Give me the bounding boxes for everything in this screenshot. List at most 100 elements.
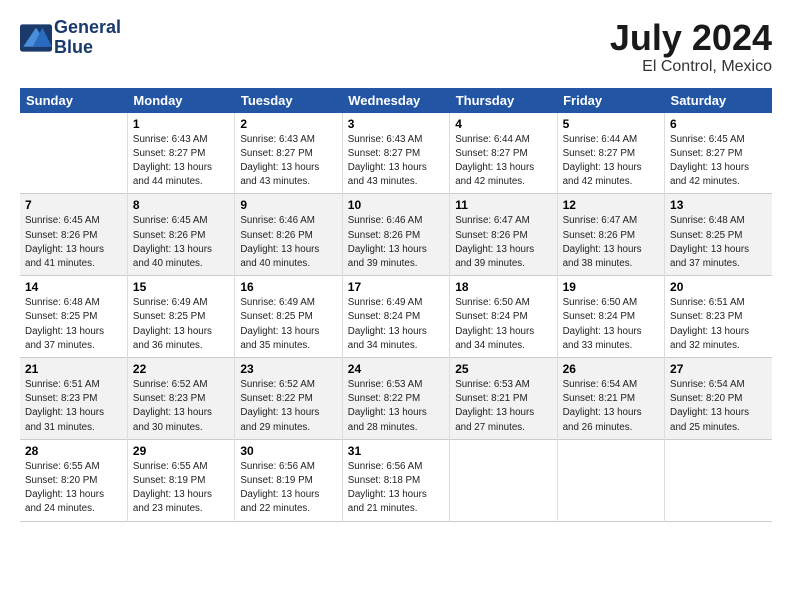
day-number: 21 (25, 362, 122, 376)
header-monday: Monday (127, 88, 234, 113)
calendar-week-2: 7 Sunrise: 6:45 AM Sunset: 8:26 PM Daylig… (20, 194, 772, 276)
calendar-cell: 10Sunrise: 6:46 AM Sunset: 8:26 PM Dayli… (342, 194, 449, 276)
calendar-cell: 13 Sunrise: 6:48 AM Sunset: 8:25 PM Dayli… (665, 194, 772, 276)
calendar-cell (20, 113, 127, 194)
day-number: 19 (563, 280, 659, 294)
day-info: Sunrise: 6:45 AM Sunset: 8:27 PM Dayligh… (670, 133, 767, 190)
day-number: 17 (348, 280, 444, 294)
day-number: 26 (563, 362, 659, 376)
calendar-cell: 27 Sunrise: 6:54 AM Sunset: 8:20 PM Dayli… (665, 358, 772, 440)
month-title: July 2024 (610, 18, 772, 58)
day-info: Sunrise: 6:53 AM Sunset: 8:22 PM Dayligh… (348, 378, 444, 435)
calendar-cell: 23 Sunrise: 6:52 AM Sunset: 8:22 PM Dayli… (235, 358, 342, 440)
calendar-cell: 14 Sunrise: 6:48 AM Sunset: 8:25 PM Dayli… (20, 276, 127, 358)
day-number: 14 (25, 280, 122, 294)
day-info: Sunrise: 6:56 AM Sunset: 8:18 PM Dayligh… (348, 460, 444, 517)
day-info: Sunrise: 6:52 AM Sunset: 8:22 PM Dayligh… (240, 378, 336, 435)
calendar-cell: 30 Sunrise: 6:56 AM Sunset: 8:19 PM Dayli… (235, 439, 342, 521)
day-number: 25 (455, 362, 551, 376)
calendar-cell: 6 Sunrise: 6:45 AM Sunset: 8:27 PM Daylig… (665, 113, 772, 194)
day-number: 10 (348, 198, 444, 212)
calendar-week-5: 28 Sunrise: 6:55 AM Sunset: 8:20 PM Dayli… (20, 439, 772, 521)
calendar-cell: 4Sunrise: 6:44 AM Sunset: 8:27 PM Daylig… (450, 113, 557, 194)
day-number: 29 (133, 444, 229, 458)
day-number: 22 (133, 362, 229, 376)
calendar-cell: 3Sunrise: 6:43 AM Sunset: 8:27 PM Daylig… (342, 113, 449, 194)
day-number: 28 (25, 444, 122, 458)
calendar-cell: 19Sunrise: 6:50 AM Sunset: 8:24 PM Dayli… (557, 276, 664, 358)
day-info: Sunrise: 6:45 AM Sunset: 8:26 PM Dayligh… (133, 214, 229, 271)
calendar-cell: 17 Sunrise: 6:49 AM Sunset: 8:24 PM Dayli… (342, 276, 449, 358)
day-info: Sunrise: 6:43 AM Sunset: 8:27 PM Dayligh… (348, 133, 444, 190)
calendar-cell: 8 Sunrise: 6:45 AM Sunset: 8:26 PM Daylig… (127, 194, 234, 276)
header-friday: Friday (557, 88, 664, 113)
day-info: Sunrise: 6:43 AM Sunset: 8:27 PM Dayligh… (133, 133, 229, 190)
calendar-week-4: 21Sunrise: 6:51 AM Sunset: 8:23 PM Dayli… (20, 358, 772, 440)
calendar-cell: 21Sunrise: 6:51 AM Sunset: 8:23 PM Dayli… (20, 358, 127, 440)
header-thursday: Thursday (450, 88, 557, 113)
logo: General Blue (20, 18, 121, 58)
day-info: Sunrise: 6:55 AM Sunset: 8:20 PM Dayligh… (25, 460, 122, 517)
day-number: 15 (133, 280, 229, 294)
day-info: Sunrise: 6:44 AM Sunset: 8:27 PM Dayligh… (563, 133, 659, 190)
day-info: Sunrise: 6:53 AM Sunset: 8:21 PM Dayligh… (455, 378, 551, 435)
calendar-cell: 31 Sunrise: 6:56 AM Sunset: 8:18 PM Dayli… (342, 439, 449, 521)
logo-icon (20, 24, 52, 52)
calendar-cell: 20Sunrise: 6:51 AM Sunset: 8:23 PM Dayli… (665, 276, 772, 358)
header: General Blue July 2024 El Control, Mexic… (20, 18, 772, 76)
day-info: Sunrise: 6:54 AM Sunset: 8:20 PM Dayligh… (670, 378, 767, 435)
day-info: Sunrise: 6:45 AM Sunset: 8:26 PM Dayligh… (25, 214, 122, 271)
calendar-cell (665, 439, 772, 521)
day-number: 23 (240, 362, 336, 376)
day-number: 8 (133, 198, 229, 212)
day-number: 18 (455, 280, 551, 294)
calendar-cell (450, 439, 557, 521)
calendar-week-3: 14 Sunrise: 6:48 AM Sunset: 8:25 PM Dayli… (20, 276, 772, 358)
calendar-cell: 16Sunrise: 6:49 AM Sunset: 8:25 PM Dayli… (235, 276, 342, 358)
day-number: 13 (670, 198, 767, 212)
calendar-cell: 2Sunrise: 6:43 AM Sunset: 8:27 PM Daylig… (235, 113, 342, 194)
day-info: Sunrise: 6:51 AM Sunset: 8:23 PM Dayligh… (670, 296, 767, 353)
calendar-cell: 1 Sunrise: 6:43 AM Sunset: 8:27 PM Daylig… (127, 113, 234, 194)
calendar-table: SundayMondayTuesdayWednesdayThursdayFrid… (20, 88, 772, 522)
day-info: Sunrise: 6:56 AM Sunset: 8:19 PM Dayligh… (240, 460, 336, 517)
day-info: Sunrise: 6:52 AM Sunset: 8:23 PM Dayligh… (133, 378, 229, 435)
header-sunday: Sunday (20, 88, 127, 113)
page: General Blue July 2024 El Control, Mexic… (0, 0, 792, 532)
day-info: Sunrise: 6:54 AM Sunset: 8:21 PM Dayligh… (563, 378, 659, 435)
location: El Control, Mexico (610, 58, 772, 76)
header-wednesday: Wednesday (342, 88, 449, 113)
day-number: 30 (240, 444, 336, 458)
day-number: 16 (240, 280, 336, 294)
day-number: 31 (348, 444, 444, 458)
calendar-cell: 22 Sunrise: 6:52 AM Sunset: 8:23 PM Dayli… (127, 358, 234, 440)
calendar-header-row: SundayMondayTuesdayWednesdayThursdayFrid… (20, 88, 772, 113)
day-number: 27 (670, 362, 767, 376)
day-number: 12 (563, 198, 659, 212)
day-number: 11 (455, 198, 551, 212)
calendar-cell: 18Sunrise: 6:50 AM Sunset: 8:24 PM Dayli… (450, 276, 557, 358)
day-info: Sunrise: 6:46 AM Sunset: 8:26 PM Dayligh… (240, 214, 336, 271)
calendar-cell: 12 Sunrise: 6:47 AM Sunset: 8:26 PM Dayli… (557, 194, 664, 276)
day-info: Sunrise: 6:48 AM Sunset: 8:25 PM Dayligh… (670, 214, 767, 271)
calendar-week-1: 1 Sunrise: 6:43 AM Sunset: 8:27 PM Daylig… (20, 113, 772, 194)
day-info: Sunrise: 6:47 AM Sunset: 8:26 PM Dayligh… (563, 214, 659, 271)
day-info: Sunrise: 6:48 AM Sunset: 8:25 PM Dayligh… (25, 296, 122, 353)
calendar-cell: 15Sunrise: 6:49 AM Sunset: 8:25 PM Dayli… (127, 276, 234, 358)
day-number: 7 (25, 198, 122, 212)
title-block: July 2024 El Control, Mexico (610, 18, 772, 76)
calendar-cell: 24Sunrise: 6:53 AM Sunset: 8:22 PM Dayli… (342, 358, 449, 440)
calendar-cell: 28 Sunrise: 6:55 AM Sunset: 8:20 PM Dayli… (20, 439, 127, 521)
day-number: 5 (563, 117, 659, 131)
header-tuesday: Tuesday (235, 88, 342, 113)
calendar-cell (557, 439, 664, 521)
day-number: 1 (133, 117, 229, 131)
logo-text: General Blue (54, 18, 121, 58)
day-number: 6 (670, 117, 767, 131)
header-saturday: Saturday (665, 88, 772, 113)
day-info: Sunrise: 6:49 AM Sunset: 8:24 PM Dayligh… (348, 296, 444, 353)
calendar-cell: 25 Sunrise: 6:53 AM Sunset: 8:21 PM Dayli… (450, 358, 557, 440)
day-number: 4 (455, 117, 551, 131)
calendar-cell: 7 Sunrise: 6:45 AM Sunset: 8:26 PM Daylig… (20, 194, 127, 276)
calendar-cell: 5 Sunrise: 6:44 AM Sunset: 8:27 PM Daylig… (557, 113, 664, 194)
